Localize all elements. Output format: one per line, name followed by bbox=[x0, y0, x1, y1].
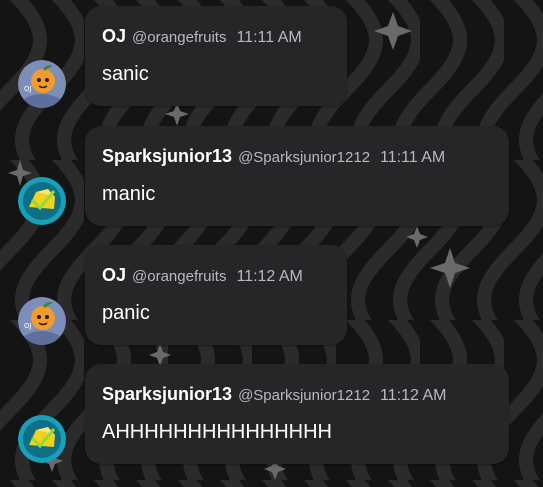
message-text: sanic bbox=[102, 63, 149, 85]
message-bubble[interactable]: OJ @orangefruits 11:12 AM panic bbox=[85, 245, 347, 345]
author-name[interactable]: OJ bbox=[102, 265, 126, 285]
message-text: manic bbox=[102, 183, 156, 205]
cheese-badge-avatar-icon bbox=[18, 177, 66, 225]
avatar[interactable]: OJ bbox=[18, 297, 66, 345]
message-timestamp: 11:11 AM bbox=[380, 149, 446, 166]
message-header: Sparksjunior13 @Sparksjunior1212 11:11 AM bbox=[102, 146, 445, 168]
message-header: OJ @orangefruits 11:12 AM bbox=[102, 265, 303, 287]
message-item: Sparksjunior13 @Sparksjunior1212 11:12 AM … bbox=[0, 360, 543, 470]
message-header: OJ @orangefruits 11:11 AM bbox=[102, 26, 302, 48]
avatar[interactable] bbox=[18, 415, 66, 463]
message-timestamp: 11:11 AM bbox=[236, 29, 302, 46]
cheese-badge-avatar-icon bbox=[18, 415, 66, 463]
author-name[interactable]: Sparksjunior13 bbox=[102, 146, 232, 166]
message-timestamp: 11:12 AM bbox=[380, 387, 447, 404]
message-timestamp: 11:12 AM bbox=[236, 268, 303, 285]
message-bubble[interactable]: OJ @orangefruits 11:11 AM sanic bbox=[85, 6, 347, 106]
author-handle[interactable]: @orangefruits bbox=[132, 29, 226, 46]
author-name[interactable]: Sparksjunior13 bbox=[102, 384, 232, 404]
author-name[interactable]: OJ bbox=[102, 26, 126, 46]
message-item: OJ OJ @orangefruits 11:11 AM sanic bbox=[0, 0, 543, 110]
author-handle[interactable]: @Sparksjunior1212 bbox=[238, 387, 370, 404]
message-bubble[interactable]: Sparksjunior13 @Sparksjunior1212 11:12 AM … bbox=[85, 364, 509, 464]
message-text: AHHHHHHHHHHHHHHH bbox=[102, 421, 332, 443]
avatar[interactable]: OJ bbox=[18, 60, 66, 108]
orange-character-avatar-icon: OJ bbox=[18, 60, 66, 108]
message-item: Sparksjunior13 @Sparksjunior1212 11:11 AM … bbox=[0, 120, 543, 230]
message-header: Sparksjunior13 @Sparksjunior1212 11:12 AM bbox=[102, 384, 446, 406]
message-text: panic bbox=[102, 302, 150, 324]
svg-text:OJ: OJ bbox=[24, 322, 32, 330]
svg-text:OJ: OJ bbox=[24, 85, 32, 93]
message-item: OJ OJ @orangefruits 11:12 AM panic bbox=[0, 240, 543, 350]
author-handle[interactable]: @Sparksjunior1212 bbox=[238, 149, 370, 166]
message-bubble[interactable]: Sparksjunior13 @Sparksjunior1212 11:11 AM … bbox=[85, 126, 509, 226]
author-handle[interactable]: @orangefruits bbox=[132, 268, 226, 285]
orange-character-avatar-icon: OJ bbox=[18, 297, 66, 345]
avatar[interactable] bbox=[18, 177, 66, 225]
